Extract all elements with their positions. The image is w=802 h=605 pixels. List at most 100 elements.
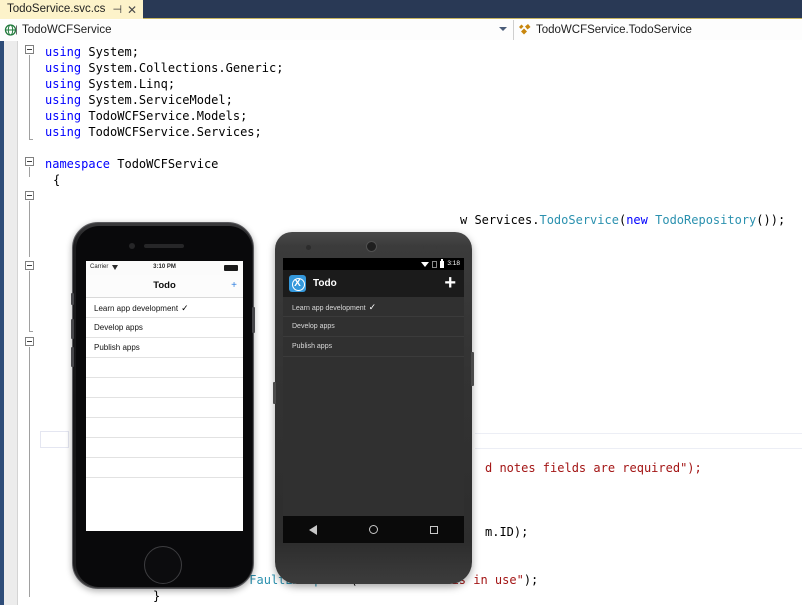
iphone-speaker bbox=[144, 244, 184, 248]
code-token: TodoWCFService.Models; bbox=[81, 109, 247, 123]
android-action-bar: X Todo + bbox=[283, 270, 464, 297]
android-todo-list[interactable]: Learn app development✓Develop appsPublis… bbox=[283, 297, 464, 357]
member-dropdown[interactable]: TodoWCFService.TodoService bbox=[514, 20, 802, 40]
android-screen[interactable]: 3:18 X Todo + Learn app development✓Deve… bbox=[283, 258, 464, 543]
android-power-button[interactable] bbox=[273, 382, 276, 404]
iphone-power-button[interactable] bbox=[252, 307, 255, 333]
list-item[interactable]: Learn app development✓ bbox=[283, 297, 464, 317]
collapse-region-toggle[interactable] bbox=[25, 45, 34, 54]
ios-add-button[interactable]: + bbox=[231, 281, 237, 291]
close-icon[interactable]: ✕ bbox=[127, 4, 137, 16]
collapse-region-toggle[interactable] bbox=[25, 191, 34, 200]
list-item-label: Develop apps bbox=[94, 323, 143, 332]
type-dropdown-value: TodoWCFService bbox=[22, 20, 111, 40]
battery-icon bbox=[224, 265, 238, 271]
check-icon: ✓ bbox=[181, 303, 189, 313]
android-mockup: 3:18 X Todo + Learn app development✓Deve… bbox=[275, 232, 472, 584]
code-line: d notes fields are required"); bbox=[485, 460, 702, 476]
android-camera-icon bbox=[366, 241, 377, 252]
iphone-silent-switch[interactable] bbox=[71, 293, 74, 305]
android-proximity-sensor-icon bbox=[306, 245, 311, 250]
code-token: TodoWCFService.Services; bbox=[81, 125, 262, 139]
outlining-line bbox=[29, 167, 30, 177]
code-token: System.Collections.Generic; bbox=[81, 61, 283, 75]
code-line: using System; bbox=[45, 44, 139, 60]
recents-square-icon[interactable] bbox=[430, 526, 438, 534]
xamarin-logo-glyph: X bbox=[289, 277, 306, 290]
list-item[interactable]: Develop apps bbox=[283, 317, 464, 337]
code-token: } bbox=[153, 589, 160, 603]
back-triangle-icon[interactable] bbox=[309, 525, 317, 535]
code-token: TodoWCFService bbox=[110, 157, 218, 171]
list-item[interactable]: Publish apps bbox=[86, 338, 243, 358]
android-app-title: Todo bbox=[313, 278, 337, 289]
list-item-label: Publish apps bbox=[94, 343, 140, 352]
code-line: m.ID); bbox=[485, 524, 528, 540]
code-line: using TodoWCFService.Models; bbox=[45, 108, 247, 124]
list-item-empty bbox=[86, 378, 243, 398]
code-token: m.ID); bbox=[485, 525, 528, 539]
iphone-camera-icon bbox=[129, 243, 135, 249]
iphone-volume-up-button[interactable] bbox=[71, 319, 74, 339]
list-item-empty bbox=[86, 418, 243, 438]
chevron-down-icon[interactable] bbox=[499, 27, 507, 31]
ios-page-title: Todo bbox=[86, 280, 243, 291]
android-add-button[interactable]: + bbox=[444, 274, 456, 293]
code-token: System.Linq; bbox=[81, 77, 175, 91]
outlining-elbow bbox=[29, 139, 33, 140]
ios-clock-label: 3:10 PM bbox=[86, 264, 243, 270]
visual-studio-window: TodoService.svc.cs ⊣ ✕ TodoWCFService bbox=[0, 0, 802, 605]
code-token: namespace bbox=[45, 157, 110, 171]
code-line: { bbox=[53, 172, 60, 188]
collapse-region-toggle[interactable] bbox=[25, 261, 34, 270]
member-dropdown-value: TodoWCFService.TodoService bbox=[536, 20, 692, 40]
list-item-empty bbox=[86, 358, 243, 378]
android-volume-button[interactable] bbox=[471, 352, 474, 386]
home-circle-icon[interactable] bbox=[369, 525, 378, 534]
code-line: namespace TodoWCFService bbox=[45, 156, 218, 172]
method-icon bbox=[518, 23, 532, 37]
code-token: using bbox=[45, 77, 81, 91]
ios-navigation-bar: Todo + bbox=[86, 275, 243, 298]
code-line: using TodoWCFService.Services; bbox=[45, 124, 262, 140]
document-tab-todoservice[interactable]: TodoService.svc.cs ⊣ ✕ bbox=[0, 0, 143, 19]
outlining-margin[interactable] bbox=[19, 41, 45, 605]
tab-label: TodoService.svc.cs bbox=[7, 0, 105, 19]
list-item[interactable]: Develop apps bbox=[86, 318, 243, 338]
list-item-empty bbox=[86, 438, 243, 458]
iphone-screen[interactable]: Carrier 3:10 PM Todo + Learn app develop… bbox=[86, 261, 243, 531]
iphone-mockup: Carrier 3:10 PM Todo + Learn app develop… bbox=[72, 222, 254, 589]
sim-icon bbox=[432, 261, 437, 268]
selection-ghost-rule bbox=[475, 448, 802, 449]
document-tab-strip: TodoService.svc.cs ⊣ ✕ bbox=[0, 0, 802, 19]
code-token: using bbox=[45, 109, 81, 123]
outlining-line bbox=[29, 201, 30, 257]
battery-icon bbox=[440, 261, 444, 268]
android-clock-label: 3:18 bbox=[447, 260, 460, 268]
collapse-region-toggle[interactable] bbox=[25, 337, 34, 346]
check-icon: ✓ bbox=[369, 302, 377, 312]
android-earpiece bbox=[423, 246, 437, 249]
selection-ghost-rule bbox=[475, 433, 802, 434]
code-line: using System.Collections.Generic; bbox=[45, 60, 283, 76]
code-line: using System.Linq; bbox=[45, 76, 175, 92]
indicator-margin[interactable] bbox=[0, 41, 18, 605]
list-item[interactable]: Learn app development✓ bbox=[86, 298, 243, 318]
home-button[interactable] bbox=[144, 546, 182, 584]
code-token: ()); bbox=[756, 213, 785, 227]
code-token: using bbox=[45, 93, 81, 107]
list-item[interactable]: Publish apps bbox=[283, 337, 464, 357]
code-token: w Services. bbox=[460, 213, 539, 227]
collapse-region-toggle[interactable] bbox=[25, 157, 34, 166]
ios-todo-list[interactable]: Learn app development✓ Develop apps Publis… bbox=[86, 298, 243, 478]
globe-icon bbox=[4, 23, 18, 37]
code-line: using System.ServiceModel; bbox=[45, 92, 233, 108]
iphone-volume-down-button[interactable] bbox=[71, 347, 74, 367]
code-editor[interactable]: using System;using System.Collections.Ge… bbox=[0, 41, 802, 605]
pin-icon[interactable]: ⊣ bbox=[112, 3, 122, 16]
code-token: ); bbox=[524, 573, 538, 587]
type-dropdown[interactable]: TodoWCFService bbox=[0, 20, 514, 40]
code-token: d notes fields are required"); bbox=[485, 461, 702, 475]
android-navigation-bar bbox=[283, 516, 464, 543]
android-status-bar: 3:18 bbox=[283, 258, 464, 270]
